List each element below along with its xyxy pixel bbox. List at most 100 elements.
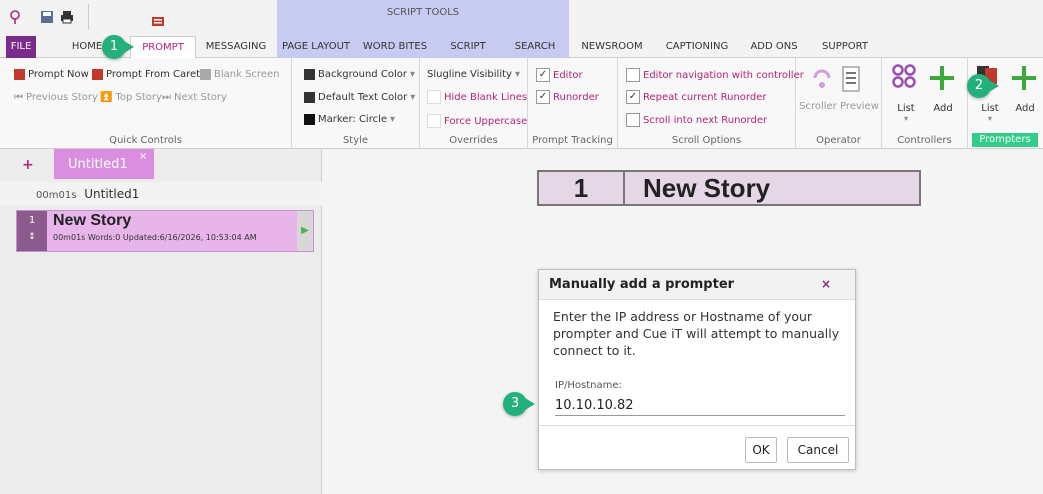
tab-prompt[interactable]: PROMPT: [130, 36, 196, 59]
ip-hostname-label: IP/Hostname:: [555, 380, 622, 391]
tab-support[interactable]: SUPPORT: [812, 36, 878, 58]
prompt-now-button[interactable]: Prompt Now: [14, 69, 89, 80]
callout-badge: 1: [102, 35, 134, 59]
tab-page-layout[interactable]: PAGE LAYOUT: [277, 36, 355, 58]
checkbox-checked[interactable]: ✓: [536, 90, 550, 104]
drag-handle-icon[interactable]: ↕: [17, 232, 47, 242]
story-card[interactable]: 1 ↕ New Story 00m01s Words:0 Updated:6/1…: [16, 210, 314, 252]
tab-file[interactable]: FILE: [6, 36, 36, 58]
group-scroll-options: Editor navigation with controller ✓ Repe…: [618, 58, 804, 149]
runorder-tracking-toggle[interactable]: ✓ Runorder: [536, 90, 599, 104]
tab-script[interactable]: SCRIPT: [435, 36, 501, 58]
prompters-add-button[interactable]: Add: [1010, 64, 1040, 122]
story-number: 1 ↕: [17, 211, 47, 251]
editor-navigation-toggle[interactable]: Editor navigation with controller: [626, 68, 804, 82]
add-icon: [1012, 66, 1036, 90]
dialog-divider: [539, 425, 855, 426]
document-duration: 00m01s: [36, 190, 77, 201]
editor-tracking-toggle[interactable]: ✓ Editor: [536, 68, 583, 82]
checkbox[interactable]: [427, 90, 441, 104]
tab-newsroom[interactable]: NEWSROOM: [572, 36, 652, 58]
callout-badge: 2: [967, 74, 999, 98]
prompters-add-label: Add: [1015, 103, 1035, 114]
group-label: Scroll Options: [671, 135, 742, 146]
save-icon[interactable]: [40, 10, 54, 24]
group-prompt-tracking: ✓ Editor ✓ Runorder Prompt Tracking: [528, 58, 618, 149]
checkbox-checked[interactable]: ✓: [536, 68, 550, 82]
next-story-label: Next Story: [174, 92, 227, 103]
repeat-runorder-toggle[interactable]: ✓ Repeat current Runorder: [626, 90, 766, 104]
previous-story-label: Previous Story: [26, 92, 98, 103]
print-icon[interactable]: [60, 10, 74, 24]
group-label: Operator: [816, 135, 861, 146]
controllers-add-button[interactable]: Add: [928, 64, 958, 122]
prompters-list-label: List: [981, 103, 999, 114]
scroll-next-runorder-toggle[interactable]: Scroll into next Runorder: [626, 113, 767, 127]
dropdown-icon: ▾: [903, 114, 908, 123]
document-row[interactable]: 00m01s Untitled1: [0, 182, 322, 206]
story-header: 1 New Story: [537, 170, 921, 206]
tab-add-ons[interactable]: ADD ONS: [743, 36, 805, 58]
checkbox[interactable]: [626, 68, 640, 82]
group-quick-controls: Prompt Now Prompt From Caret Blank Scree…: [0, 58, 292, 149]
top-icon: ⏫: [100, 92, 113, 103]
prompt-from-caret-label: Prompt From Caret: [106, 69, 201, 80]
quick-access-toolbar: SCRIPT TOOLS: [0, 0, 1043, 36]
close-icon[interactable]: ×: [821, 277, 831, 291]
ip-hostname-input[interactable]: [555, 396, 845, 416]
tab-messaging[interactable]: MESSAGING: [200, 36, 272, 58]
document-tab-label: Untitled1: [68, 157, 128, 172]
ok-button[interactable]: OK: [745, 437, 777, 463]
next-story-button[interactable]: ⏭ Next Story: [162, 92, 227, 103]
blank-screen-button[interactable]: Blank Screen: [200, 69, 279, 80]
default-text-color-label: Default Text Color: [318, 92, 408, 103]
marker-dropdown[interactable]: Marker: Circle ▾: [304, 114, 395, 125]
prompt-from-caret-button[interactable]: Prompt From Caret: [92, 69, 200, 80]
story-header-title: New Story: [643, 173, 771, 203]
group-style: Background Color ▾ Default Text Color ▾ …: [292, 58, 420, 149]
force-uppercase-toggle[interactable]: Force Uppercase: [427, 114, 527, 128]
blank-screen-icon: [200, 69, 211, 80]
dropdown-icon: ▾: [409, 69, 415, 80]
tab-captioning[interactable]: CAPTIONING: [655, 36, 739, 58]
play-icon[interactable]: ▶: [297, 211, 313, 251]
editor-navigation-label: Editor navigation with controller: [643, 69, 804, 81]
prompt-icon: [14, 69, 25, 80]
background-color-label: Background Color: [318, 69, 407, 80]
tab-search[interactable]: SEARCH: [501, 36, 569, 58]
runorder-tracking-label: Runorder: [553, 91, 599, 103]
tab-word-bites[interactable]: WORD BITES: [355, 36, 435, 58]
checkbox-checked[interactable]: ✓: [626, 90, 640, 104]
default-text-color-dropdown[interactable]: Default Text Color ▾: [304, 92, 415, 103]
callout-badge: 3: [503, 392, 535, 416]
pin-icon[interactable]: [8, 10, 22, 24]
top-story-button[interactable]: ⏫ Top Story: [100, 92, 162, 103]
hide-blank-lines-toggle[interactable]: Hide Blank Lines: [427, 90, 527, 104]
script-tools-label: SCRIPT TOOLS: [386, 7, 460, 18]
story-meta: 00m01s Words:0 Updated:6/16/2026, 10:53:…: [53, 233, 257, 242]
repeat-runorder-label: Repeat current Runorder: [643, 91, 767, 103]
scroll-next-runorder-label: Scroll into next Runorder: [643, 114, 768, 126]
document-tab[interactable]: Untitled1 ×: [54, 149, 154, 179]
scroller-preview-button[interactable]: Scroller Preview: [796, 64, 882, 120]
marker-icon: [304, 114, 315, 125]
slugline-visibility-label: Slugline Visibility: [427, 69, 512, 80]
checkbox[interactable]: [626, 113, 640, 127]
next-icon: ⏭: [162, 92, 171, 103]
script-tools-band: SCRIPT TOOLS: [277, 0, 569, 36]
previous-story-button[interactable]: ⏮ Previous Story: [14, 92, 98, 103]
slugline-visibility-dropdown[interactable]: Slugline Visibility ▾: [427, 69, 520, 80]
add-prompter-dialog: Manually add a prompter × Enter the IP a…: [538, 269, 856, 470]
add-document-button[interactable]: +: [22, 157, 34, 173]
cancel-button[interactable]: Cancel: [787, 437, 849, 463]
checkbox[interactable]: [427, 114, 441, 128]
background-color-dropdown[interactable]: Background Color ▾: [304, 69, 415, 80]
controllers-icon: [892, 64, 916, 88]
prompt-app-icon: [152, 17, 164, 26]
previous-icon: ⏮: [14, 92, 23, 103]
rundown-panel: + Untitled1 × 00m01s Untitled1 1 ↕ New S…: [0, 149, 322, 494]
controllers-list-button[interactable]: List ▾: [892, 64, 920, 123]
scroller-preview-label: Scroller Preview: [799, 101, 879, 112]
color-icon: [304, 92, 315, 103]
close-icon[interactable]: ×: [139, 151, 147, 162]
